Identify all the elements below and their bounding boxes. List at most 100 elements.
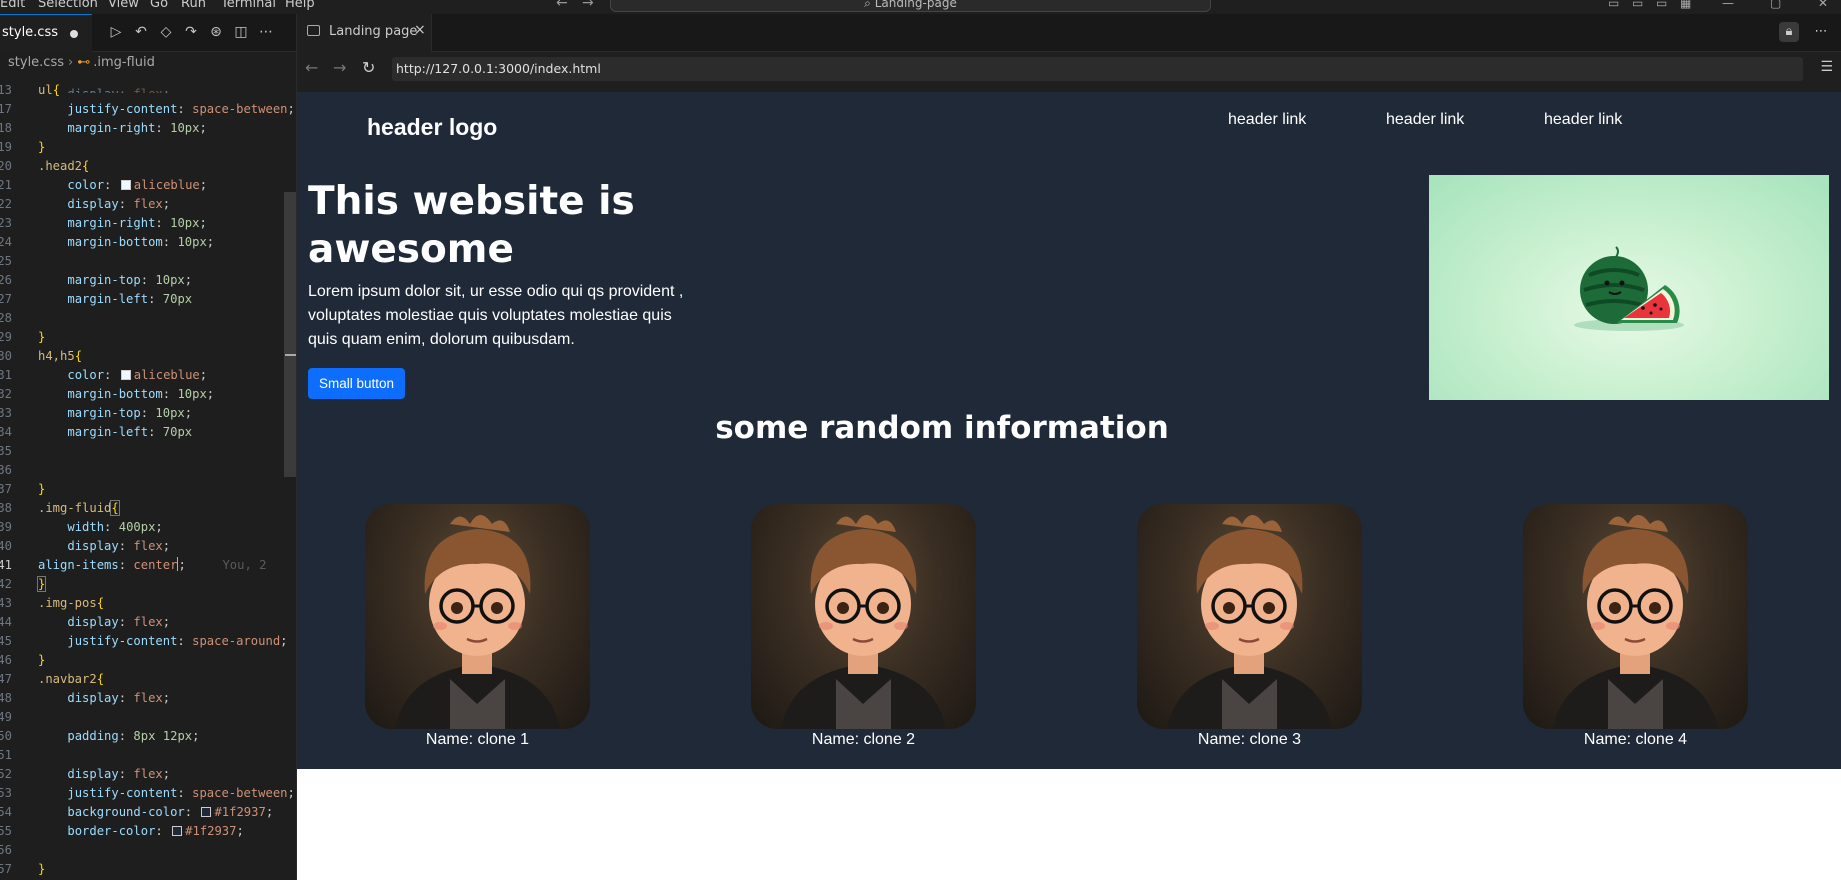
menu-view[interactable]: View <box>108 0 139 11</box>
code-line: 50 padding: 8px 12px; <box>0 729 200 743</box>
code-line: 54 background-color: #1f2937; <box>0 805 274 819</box>
header-link-1[interactable]: header link <box>1228 111 1306 129</box>
title-bar: Edit Selection View Go Run Terminal Help… <box>0 0 1841 14</box>
browser-navigation-bar: ← → ↻ http://127.0.0.1:3000/index.html ☰ <box>297 52 1841 86</box>
hamburger-menu-icon[interactable]: ☰ <box>1820 59 1833 75</box>
code-line: 52 display: flex; <box>0 767 171 781</box>
code-line: 53 justify-content: space-between; <box>0 786 295 800</box>
web-page-viewport: header logo header link header link head… <box>297 92 1841 880</box>
card-name: Name: clone 1 <box>425 731 530 748</box>
code-line: 56 <box>0 843 12 857</box>
more-actions-icon[interactable]: ⋯ <box>258 23 274 41</box>
editor-scrollbar[interactable] <box>284 192 296 477</box>
code-line: 22 display: flex; <box>0 197 171 211</box>
color-swatch[interactable] <box>120 180 131 190</box>
code-line: 44 display: flex; <box>0 615 171 629</box>
run-icon[interactable]: ▷ <box>108 23 124 41</box>
editor-toolbar: ▷ ↶ ◇ ↷ ⊛ ◫ ⋯ <box>108 23 274 41</box>
menu-terminal[interactable]: Terminal <box>221 0 276 11</box>
header-link-2[interactable]: header link <box>1386 111 1464 129</box>
back-arrow-icon[interactable]: ← <box>556 0 568 11</box>
small-button[interactable]: Small button <box>308 368 405 399</box>
command-center-label: Landing-page <box>874 0 957 10</box>
header-logo[interactable]: header logo <box>367 114 497 141</box>
hero-description: Lorem ipsum dolor sit, ur esse odio qui … <box>308 283 684 348</box>
color-swatch[interactable] <box>172 826 183 836</box>
section-title: some random information <box>715 410 1169 446</box>
avatar <box>1137 504 1362 729</box>
avatar <box>365 504 590 729</box>
css-selector-icon: ⊷ <box>77 55 91 70</box>
code-line: 38.img-fluid{ <box>0 500 120 516</box>
menu-selection[interactable]: Selection <box>38 0 98 11</box>
back-arrow-icon[interactable]: ← <box>305 58 318 77</box>
customize-layout-icon[interactable]: ▦ <box>1680 0 1691 10</box>
code-line: 25 <box>0 254 12 268</box>
code-line: 23 margin-right: 10px; <box>0 216 207 230</box>
more-actions-icon[interactable]: ⋯ <box>1811 22 1831 42</box>
git-graph-icon[interactable]: ⊛ <box>208 23 224 41</box>
step-back-icon[interactable]: ↶ <box>133 23 149 41</box>
simple-browser: Landing page × 🔒︎ ⋯ ← → ↻ http://127.0.0… <box>297 14 1841 880</box>
card-name: Name: clone 4 <box>1583 731 1688 748</box>
forward-arrow-icon[interactable]: → <box>582 0 594 11</box>
breadcrumb-symbol[interactable]: .img-fluid <box>93 55 155 70</box>
code-editor: style.css ▷ ↶ ◇ ↷ ⊛ ◫ ⋯ style.css › ⊷ .img-… <box>0 14 297 880</box>
editor-tab-label: style.css <box>2 25 58 40</box>
breadcrumb-file[interactable]: style.css <box>8 55 64 70</box>
split-editor-icon[interactable]: ◫ <box>233 23 249 41</box>
toggle-secondary-sidebar-icon[interactable]: ▭ <box>1656 0 1667 10</box>
toggle-sidebar-icon[interactable]: ▭ <box>1608 0 1619 10</box>
color-swatch[interactable] <box>120 370 131 380</box>
code-line: 32 margin-bottom: 10px; <box>0 387 215 401</box>
url-input[interactable]: http://127.0.0.1:3000/index.html <box>392 57 1803 81</box>
code-line: 43.img-pos{ <box>0 596 105 610</box>
search-icon: ⌕ <box>864 0 875 10</box>
code-line: 31 color: aliceblue; <box>0 368 208 382</box>
breadcrumb: style.css › ⊷ .img-fluid <box>8 55 155 75</box>
timeline-dot-icon[interactable]: ◇ <box>158 23 174 41</box>
menu-help[interactable]: Help <box>285 0 315 11</box>
step-forward-icon[interactable]: ↷ <box>183 23 199 41</box>
watermelon-image <box>1429 175 1829 400</box>
browser-tab-bar: Landing page × 🔒︎ ⋯ <box>297 14 1841 52</box>
code-line: 21 color: aliceblue; <box>0 178 208 192</box>
code-line: 28 <box>0 311 12 325</box>
browser-tab-landing-page[interactable]: Landing page × <box>297 14 432 52</box>
code-line: 18 margin-right: 10px; <box>0 121 207 135</box>
code-line: 24 margin-bottom: 10px; <box>0 235 215 249</box>
lock-icon[interactable]: 🔒︎ <box>1779 22 1799 42</box>
minimize-icon[interactable]: — <box>1722 0 1734 10</box>
forward-arrow-icon[interactable]: → <box>333 58 346 77</box>
unsaved-dot-icon[interactable] <box>70 30 78 38</box>
code-line: 51 <box>0 748 12 762</box>
code-line: 49 <box>0 710 12 724</box>
code-line: 26 margin-top: 10px; <box>0 273 193 287</box>
maximize-icon[interactable]: ▢ <box>1770 0 1781 10</box>
menu-edit[interactable]: Edit <box>0 0 25 11</box>
code-line: 33 margin-top: 10px; <box>0 406 193 420</box>
code-line: 57} <box>0 862 46 876</box>
avatar <box>751 504 976 729</box>
command-center[interactable]: ⌕ Landing-page <box>610 0 1211 12</box>
profile-card: Name: clone 3 <box>1137 504 1362 749</box>
code-line: 17 justify-content: space-between; <box>0 102 295 116</box>
close-icon[interactable]: × <box>414 22 426 38</box>
code-line: 34 margin-left: 70px <box>0 425 193 439</box>
reload-icon[interactable]: ↻ <box>362 58 375 77</box>
menu-go[interactable]: Go <box>150 0 168 11</box>
card-name: Name: clone 3 <box>1197 731 1302 748</box>
code-line: 55 border-color: #1f2937; <box>0 824 244 838</box>
color-swatch[interactable] <box>201 807 212 817</box>
code-line: 39 width: 400px; <box>0 520 163 534</box>
menu-run[interactable]: Run <box>181 0 206 11</box>
profile-card: Name: clone 2 <box>751 504 976 749</box>
toggle-panel-icon[interactable]: ▭ <box>1632 0 1643 10</box>
code-line: 19} <box>0 140 46 154</box>
header-link-3[interactable]: header link <box>1544 111 1622 129</box>
editor-tab-style-css[interactable]: style.css <box>0 14 92 52</box>
code-line: 42} <box>0 576 47 592</box>
code-line: 30h4,h5{ <box>0 349 83 363</box>
code-line: 45 justify-content: space-around; <box>0 634 288 648</box>
close-window-icon[interactable]: ✕ <box>1818 0 1828 10</box>
